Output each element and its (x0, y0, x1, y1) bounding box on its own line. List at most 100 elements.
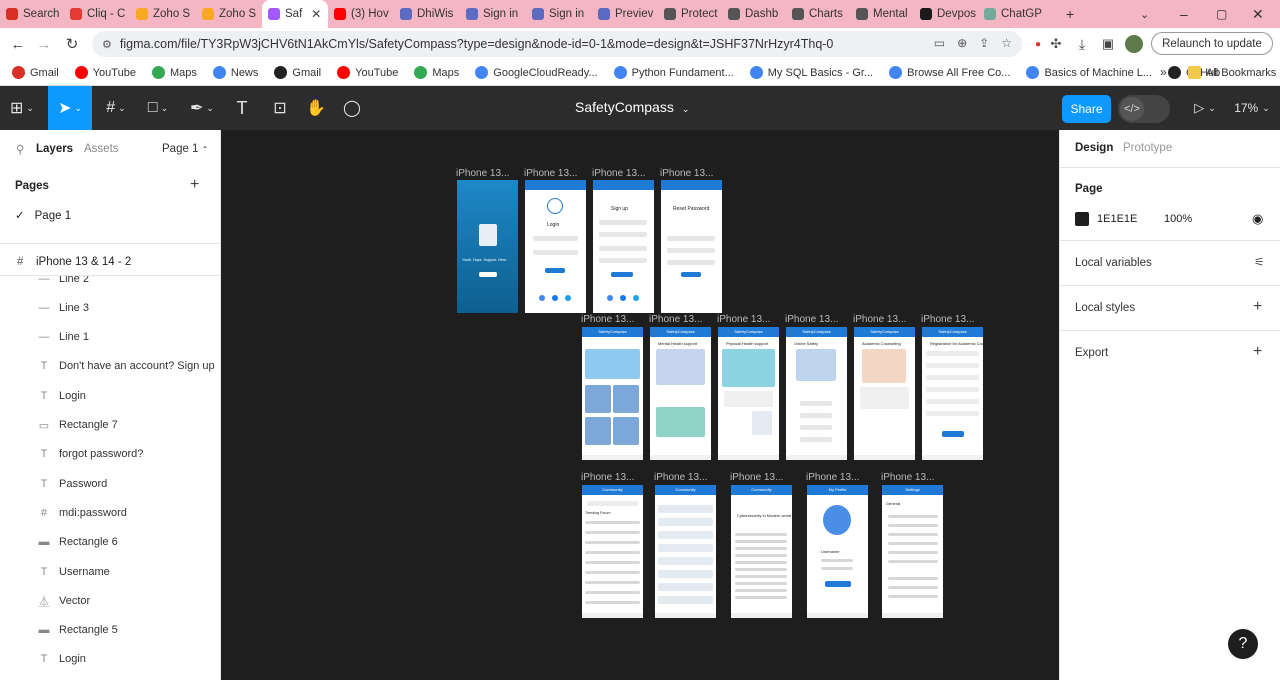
resources-button[interactable]: ⊡ (266, 86, 294, 130)
more-bookmarks-button[interactable]: » (1160, 65, 1167, 79)
avatar[interactable] (1122, 28, 1146, 60)
bookmark-star-icon[interactable]: ☆ (1001, 36, 1012, 50)
zoom-icon[interactable]: ⊕ (957, 36, 967, 50)
main-menu-button[interactable]: ⊞ ⌄ (0, 86, 44, 130)
tab-search-icon[interactable]: ⌄ (1140, 0, 1154, 28)
document-title[interactable]: SafetyCompass ⌄ (575, 99, 689, 115)
layer-item[interactable]: — Line 1 (0, 323, 221, 352)
browser-tab[interactable]: (3) Hov (328, 0, 394, 28)
layer-item[interactable]: ▬ Rectangle 6 (0, 528, 221, 557)
frame-label[interactable]: iPhone 13... (649, 314, 702, 325)
phone-frame-feature[interactable]: SafetyCompass Online Safety (786, 327, 847, 460)
new-tab-button[interactable]: + (1066, 0, 1084, 28)
shape-tool-button[interactable]: □ ⌄ (140, 86, 176, 130)
browser-tab[interactable]: ChatGP (978, 0, 1048, 28)
share-page-icon[interactable]: ⇪ (979, 36, 989, 50)
bookmark-item[interactable]: YouTube (67, 66, 144, 79)
site-info-icon[interactable]: ⚙ (102, 38, 112, 51)
forward-icon[interactable]: → (32, 28, 56, 60)
browser-tab[interactable]: Saf ✕ (262, 0, 328, 28)
layer-item[interactable]: ▭Rectangle 4 (0, 674, 221, 680)
add-page-icon[interactable]: + (190, 176, 199, 194)
layer-item[interactable]: # mdi:password (0, 498, 221, 527)
frame-label[interactable]: iPhone 13... (654, 472, 707, 483)
url-field[interactable]: ⚙ figma.com/file/TY3RpW3jCHV6tN1AkCmYls/… (92, 31, 1022, 57)
bg-color-value[interactable]: 1E1E1E (1097, 213, 1137, 225)
layer-item[interactable]: T Password (0, 469, 221, 498)
frame-label[interactable]: iPhone 13... (785, 314, 838, 325)
bookmark-item[interactable]: Gmail (266, 66, 329, 79)
help-button[interactable]: ? (1228, 629, 1258, 659)
close-tab-icon[interactable]: ✕ (311, 7, 321, 21)
phone-frame-community[interactable]: Community Cybersecurity in Modern world (731, 485, 792, 618)
frame-label[interactable]: iPhone 13... (853, 314, 906, 325)
browser-tab[interactable]: Sign in (526, 0, 592, 28)
bookmark-item[interactable]: My SQL Basics - Gr... (742, 66, 881, 79)
add-export-icon[interactable]: + (1253, 343, 1262, 361)
comment-tool-button[interactable]: ◯ (338, 86, 366, 130)
frame-label[interactable]: iPhone 13... (660, 168, 713, 179)
phone-frame-community[interactable]: Community (655, 485, 716, 618)
frame-label[interactable]: iPhone 13... (456, 168, 509, 179)
design-canvas[interactable]: iPhone 13... Youth. Hope. Support. Here. i… (221, 130, 1059, 680)
layer-frame-row[interactable]: # iPhone 13 & 14 - 2 (0, 250, 221, 274)
frame-label[interactable]: iPhone 13... (592, 168, 645, 179)
frame-label[interactable]: iPhone 13... (881, 472, 934, 483)
bookmark-item[interactable]: Browse All Free Co... (881, 66, 1018, 79)
sidepanel-icon[interactable]: ▣ (1096, 28, 1120, 60)
layer-item[interactable]: T Login (0, 381, 221, 410)
frame-label[interactable]: iPhone 13... (921, 314, 974, 325)
dev-mode-toggle[interactable]: </> (1118, 95, 1170, 123)
all-bookmarks-button[interactable]: All Bookmarks (1180, 66, 1280, 79)
variables-icon[interactable]: ⚟ (1254, 255, 1265, 269)
bg-opacity-value[interactable]: 100% (1164, 213, 1192, 225)
layer-item[interactable]: T Login (0, 645, 221, 674)
browser-tab[interactable]: Previev (592, 0, 658, 28)
bookmark-item[interactable]: GoogleCloudReady... (467, 66, 605, 79)
browser-tab[interactable]: Dashb (722, 0, 786, 28)
back-icon[interactable]: ← (6, 28, 30, 60)
phone-frame-feature[interactable]: SafetyCompass Academic Counseling (854, 327, 915, 460)
layer-item[interactable]: T Don't have an account? Sign up (0, 352, 221, 381)
layer-item[interactable]: — Line 3 (0, 293, 221, 322)
extensions-icon[interactable]: ✣ (1044, 28, 1068, 60)
text-tool-button[interactable]: T (228, 86, 256, 130)
layer-item[interactable]: — Line 2 (0, 276, 221, 293)
frame-label[interactable]: iPhone 13... (717, 314, 770, 325)
phone-frame-feature[interactable]: SafetyCompass (582, 327, 643, 460)
share-button[interactable]: Share (1062, 95, 1111, 123)
color-swatch[interactable] (1075, 212, 1089, 226)
frame-label[interactable]: iPhone 13... (730, 472, 783, 483)
search-icon[interactable]: ⚲ (16, 142, 24, 156)
layer-item[interactable]: ▬ Rectangle 5 (0, 616, 221, 645)
install-icon[interactable]: ▭ (934, 36, 945, 50)
phone-frame-community[interactable]: My Profile Username (807, 485, 868, 618)
phone-frame-community[interactable]: Settings General (882, 485, 943, 618)
tab-prototype[interactable]: Prototype (1123, 142, 1172, 154)
eye-icon[interactable]: ◉ (1252, 211, 1263, 227)
phone-frame-feature[interactable]: SafetyCompass Mental Health support (650, 327, 711, 460)
bookmark-item[interactable]: Maps (406, 66, 467, 79)
bookmark-item[interactable]: Basics of Machine L... (1018, 66, 1160, 79)
page-item[interactable]: ✓ Page 1 (15, 208, 71, 222)
layer-item[interactable]: Tforgot password? (0, 440, 221, 469)
bookmark-item[interactable]: Gmail (4, 66, 67, 79)
move-tool-button[interactable]: ➤ ⌄ (48, 86, 92, 130)
browser-tab[interactable]: Zoho S (130, 0, 196, 28)
layer-item[interactable]: T Username (0, 557, 221, 586)
reload-icon[interactable]: ↻ (60, 28, 84, 60)
phone-frame-signup[interactable]: Sign up (593, 180, 654, 313)
frame-tool-button[interactable]: # ⌄ (98, 86, 134, 130)
browser-tab[interactable]: Sign in (460, 0, 526, 28)
minimize-icon[interactable]: – (1180, 0, 1194, 28)
phone-frame-feature[interactable]: SafetyCompass Physical Health support (718, 327, 779, 460)
frame-label[interactable]: iPhone 13... (581, 472, 634, 483)
browser-tab[interactable]: DhiWis (394, 0, 460, 28)
phone-frame-community[interactable]: Community Trending Forum (582, 485, 643, 618)
download-icon[interactable]: ⤓ (1070, 28, 1094, 60)
browser-tab[interactable]: Search (0, 0, 64, 28)
maximize-icon[interactable]: ▢ (1216, 0, 1230, 28)
relaunch-button[interactable]: Relaunch to update (1151, 32, 1273, 55)
browser-tab[interactable]: Zoho S (196, 0, 262, 28)
browser-tab[interactable]: Charts (786, 0, 850, 28)
